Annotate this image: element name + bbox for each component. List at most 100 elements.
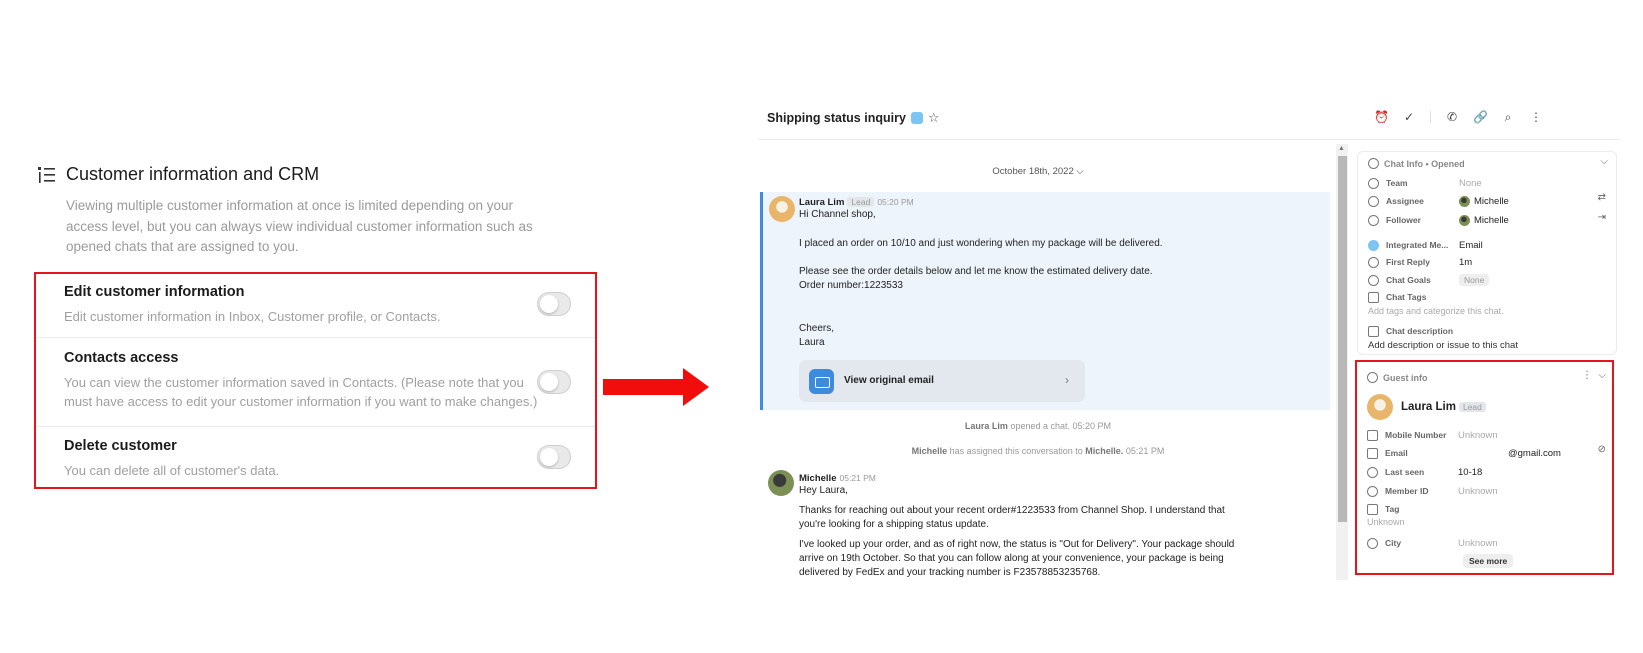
system-message: Laura Lim opened a chat. 05:20 PM bbox=[964, 421, 1112, 431]
info-row-chat-tags[interactable]: Chat Tags bbox=[1368, 290, 1459, 304]
search-icon[interactable]: ⌕ bbox=[1501, 110, 1515, 124]
permission-edit-customer: Edit customer information Edit customer … bbox=[36, 274, 595, 338]
email-message: Laura Lim Lead 05:20 PM Hi Channel shop, I… bbox=[760, 192, 1330, 410]
avatar bbox=[1459, 214, 1470, 226]
scroll-up-icon[interactable]: ▲ bbox=[1338, 145, 1345, 152]
message-line: Please see the order details below and l… bbox=[799, 266, 1153, 277]
chevron-right-icon: › bbox=[1065, 373, 1069, 387]
guest-row-mobile[interactable]: Mobile Number Unknown bbox=[1367, 428, 1498, 442]
message-time: 05:20 PM bbox=[877, 197, 914, 207]
permission-delete-customer: Delete customer You can delete all of cu… bbox=[36, 427, 595, 489]
guest-row-tag[interactable]: Tag bbox=[1367, 502, 1458, 516]
lead-badge: Lead bbox=[1458, 402, 1486, 412]
message-line: I've looked up your order, and as of rig… bbox=[799, 539, 1235, 550]
message-line: Hi Channel shop, bbox=[799, 209, 876, 220]
location-icon bbox=[1367, 537, 1378, 549]
verified-icon: ⊘ bbox=[1597, 444, 1606, 455]
info-row-first-reply: First Reply 1m bbox=[1368, 255, 1472, 269]
info-row-team[interactable]: Team None bbox=[1368, 176, 1482, 190]
message-sender: Michelle 05:21 PM bbox=[799, 473, 876, 484]
star-icon[interactable]: ☆ bbox=[928, 110, 940, 126]
chat-toolbar: ⏰ ✓ ✆ 🔗 ⌕ ⋮ bbox=[1374, 110, 1543, 124]
system-message: Michelle has assigned this conversation … bbox=[911, 446, 1165, 456]
tags-hint[interactable]: Add tags and categorize this chat. bbox=[1368, 306, 1504, 316]
message-line: Cheers, bbox=[799, 323, 835, 334]
info-row-assignee[interactable]: Assignee Michelle bbox=[1368, 194, 1509, 208]
contacts-access-toggle[interactable] bbox=[537, 370, 571, 394]
lead-badge: Lead bbox=[847, 197, 875, 207]
guest-row-email[interactable]: Email @gmail.com bbox=[1367, 446, 1561, 460]
message-line: Laura bbox=[799, 337, 825, 348]
avatar[interactable] bbox=[768, 470, 794, 496]
check-icon[interactable]: ✓ bbox=[1402, 110, 1416, 124]
mail-icon bbox=[809, 369, 834, 394]
avatar[interactable] bbox=[1367, 394, 1393, 420]
view-original-email-button[interactable]: View original email › bbox=[799, 360, 1085, 402]
info-row-chat-goals[interactable]: Chat Goals None bbox=[1368, 273, 1490, 287]
date-separator[interactable]: October 18th, 2022 ⌵ bbox=[758, 166, 1318, 177]
message-sender: Laura Lim Lead 05:20 PM bbox=[799, 197, 914, 208]
toolbar-divider bbox=[1430, 111, 1431, 123]
message-line: arrive on 19th October. So that you can … bbox=[799, 553, 1224, 564]
guest-name: Laura Lim Lead bbox=[1401, 401, 1486, 413]
guest-info-header: Guest info bbox=[1367, 372, 1428, 383]
link-icon[interactable]: 🔗 bbox=[1473, 110, 1488, 124]
section-description: Viewing multiple customer information at… bbox=[66, 198, 533, 254]
description-input[interactable]: Add description or issue to this chat bbox=[1368, 340, 1518, 351]
assignee-icon bbox=[1368, 195, 1379, 207]
kebab-icon[interactable]: ⋮ bbox=[1529, 110, 1543, 124]
chat-info-header: Chat Info • Opened bbox=[1368, 158, 1465, 169]
see-more-button[interactable]: See more bbox=[1463, 554, 1514, 568]
guest-tag-value[interactable]: Unknown bbox=[1367, 517, 1405, 527]
channel-icon bbox=[1368, 239, 1379, 251]
user-icon bbox=[1367, 372, 1378, 383]
message-time: 05:21 PM bbox=[839, 473, 876, 483]
info-icon bbox=[1368, 158, 1379, 169]
avatar[interactable] bbox=[769, 196, 795, 222]
message-line: delivered by FedEx and your tracking num… bbox=[799, 567, 1101, 578]
permission-desc: You can delete all of customer's data. bbox=[64, 463, 280, 478]
permission-contacts-access: Contacts access You can view the custome… bbox=[36, 338, 595, 427]
tag-icon bbox=[1368, 291, 1379, 303]
add-assignee-icon[interactable]: ⇄ bbox=[1598, 192, 1606, 203]
leave-icon[interactable]: ⇥ bbox=[1598, 212, 1606, 223]
chat-messages: October 18th, 2022 ⌵ Laura Lim Lead 05:20 … bbox=[758, 140, 1335, 580]
phone-icon[interactable]: ✆ bbox=[1445, 110, 1459, 124]
chat-title-text: Shipping status inquiry bbox=[767, 111, 906, 125]
chevron-down-icon[interactable]: ⌵ bbox=[1600, 156, 1608, 167]
view-email-label: View original email bbox=[844, 375, 934, 386]
clock-icon bbox=[1367, 466, 1378, 478]
guest-info-panel: Guest info ⋮ ⌵ Laura Lim Lead Mobile Numb… bbox=[1355, 360, 1614, 575]
kebab-icon[interactable]: ⋮ bbox=[1582, 370, 1592, 381]
guest-row-city[interactable]: City Unknown bbox=[1367, 536, 1498, 550]
list-icon bbox=[38, 166, 55, 183]
member-icon bbox=[1367, 485, 1378, 497]
tag-icon bbox=[1367, 503, 1378, 515]
alarm-icon[interactable]: ⏰ bbox=[1374, 110, 1389, 124]
scroll-thumb[interactable] bbox=[1338, 156, 1347, 522]
permission-desc: You can view the customer information sa… bbox=[64, 375, 538, 409]
message-line: Order number:1223533 bbox=[799, 280, 903, 291]
permission-title: Contacts access bbox=[64, 350, 179, 366]
team-icon bbox=[1368, 177, 1379, 189]
channel-icon bbox=[910, 112, 923, 124]
section-header: Customer information and CRM bbox=[38, 164, 319, 185]
avatar bbox=[1459, 195, 1470, 207]
section-title: Customer information and CRM bbox=[66, 164, 320, 184]
message-line: Thanks for reaching out about your recen… bbox=[799, 505, 1225, 516]
info-row-integrated: Integrated Me... Email bbox=[1368, 238, 1483, 252]
guest-row-member-id[interactable]: Member ID Unknown bbox=[1367, 484, 1498, 498]
permission-desc: Edit customer information in Inbox, Cust… bbox=[64, 309, 441, 324]
message-line: Hey Laura, bbox=[799, 485, 848, 496]
reply-icon bbox=[1368, 256, 1379, 268]
red-arrow-icon bbox=[603, 368, 709, 406]
edit-customer-toggle[interactable] bbox=[537, 292, 571, 316]
delete-customer-toggle[interactable] bbox=[537, 445, 571, 469]
message-line: I placed an order on 10/10 and just wond… bbox=[799, 238, 1163, 249]
info-row-follower[interactable]: Follower Michelle bbox=[1368, 213, 1509, 227]
guest-row-last-seen: Last seen 10-18 bbox=[1367, 465, 1482, 479]
permissions-list: Edit customer information Edit customer … bbox=[34, 272, 597, 489]
chevron-down-icon[interactable]: ⌵ bbox=[1598, 370, 1606, 381]
phone-icon bbox=[1367, 429, 1378, 441]
info-row-chat-description: Chat description bbox=[1368, 324, 1453, 338]
